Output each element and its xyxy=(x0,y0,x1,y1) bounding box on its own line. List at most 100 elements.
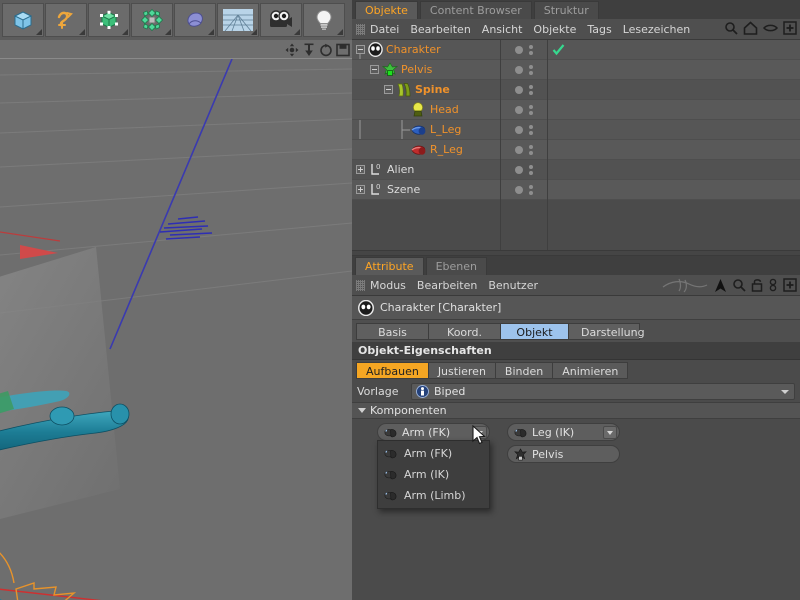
menu-bearbeiten[interactable]: Bearbeiten xyxy=(410,23,470,36)
render-dots[interactable] xyxy=(529,84,533,95)
visibility-dot[interactable] xyxy=(515,165,523,174)
panel-grip[interactable] xyxy=(356,279,365,291)
camera-icon[interactable] xyxy=(260,3,302,37)
dropdown-item-arm-limb[interactable]: Arm (Limb) xyxy=(378,485,489,506)
move-view-icon[interactable] xyxy=(285,43,299,57)
component-arm-fk-button[interactable]: Arm (FK) xyxy=(377,423,490,441)
object-row-alien[interactable]: 0 Alien xyxy=(352,159,800,180)
search-icon[interactable] xyxy=(732,278,746,292)
object-row-name[interactable]: L_Leg xyxy=(352,120,500,140)
render-dots[interactable] xyxy=(529,144,533,155)
object-visibility-dots[interactable] xyxy=(500,139,547,160)
tab-ebenen[interactable]: Ebenen xyxy=(425,257,487,275)
maximize-view-icon[interactable] xyxy=(336,43,350,57)
tab-objekte[interactable]: Objekte xyxy=(355,1,418,19)
object-row-head[interactable]: Head xyxy=(352,99,800,120)
object-tags-column[interactable] xyxy=(547,79,800,100)
menu-lesezeichen[interactable]: Lesezeichen xyxy=(623,23,691,36)
visibility-dot[interactable] xyxy=(515,45,523,54)
chevron-down-icon[interactable] xyxy=(781,389,789,394)
check-tag[interactable] xyxy=(552,43,565,56)
object-tags-column[interactable] xyxy=(547,139,800,160)
subtab-animieren[interactable]: Animieren xyxy=(552,362,629,379)
object-row-charakter[interactable]: Charakter xyxy=(352,40,800,60)
render-dots[interactable] xyxy=(529,104,533,115)
object-visibility-dots[interactable] xyxy=(500,179,547,200)
chevron-down-icon[interactable] xyxy=(358,408,366,413)
menu-benutzer[interactable]: Benutzer xyxy=(488,279,538,292)
deformer-icon[interactable] xyxy=(174,3,216,37)
object-row-r-leg[interactable]: R_Leg xyxy=(352,139,800,160)
arm-dropdown-menu[interactable]: Arm (FK) Arm (IK) Arm (Limb) xyxy=(377,440,490,509)
render-dots[interactable] xyxy=(529,44,533,55)
points-mode-icon[interactable] xyxy=(131,3,173,37)
object-tags-column[interactable] xyxy=(547,179,800,200)
visibility-dot[interactable] xyxy=(515,145,523,154)
attribute-empty-area[interactable] xyxy=(352,505,800,600)
component-pelvis-button[interactable]: Pelvis xyxy=(507,445,620,463)
object-row-name[interactable]: Charakter xyxy=(352,40,500,60)
link-icon[interactable] xyxy=(768,278,778,292)
rotate-view-icon[interactable] xyxy=(319,43,333,57)
tab-darstellung[interactable]: Darstellung xyxy=(568,322,645,340)
search-icon[interactable] xyxy=(724,21,738,35)
visibility-dot[interactable] xyxy=(515,185,523,194)
object-tags-column[interactable] xyxy=(547,119,800,140)
object-row-l-leg[interactable]: L_Leg xyxy=(352,119,800,140)
expander-toggle[interactable] xyxy=(384,85,393,94)
tab-basis[interactable]: Basis xyxy=(356,322,428,340)
visibility-dot[interactable] xyxy=(515,105,523,114)
expander-toggle[interactable] xyxy=(356,45,365,54)
object-visibility-dots[interactable] xyxy=(500,119,547,140)
make-editable-icon[interactable] xyxy=(2,3,44,37)
panel-grip[interactable] xyxy=(356,23,365,35)
render-dots[interactable] xyxy=(529,64,533,75)
subtab-binden[interactable]: Binden xyxy=(494,362,553,379)
object-visibility-dots[interactable] xyxy=(500,159,547,180)
render-dots[interactable] xyxy=(529,164,533,175)
visibility-dot[interactable] xyxy=(515,125,523,134)
object-visibility-dots[interactable] xyxy=(500,59,547,80)
expander-toggle[interactable] xyxy=(356,165,365,174)
arrow-up-icon[interactable] xyxy=(714,278,727,293)
menu-objekte[interactable]: Objekte xyxy=(533,23,576,36)
komponenten-group-header[interactable]: Komponenten xyxy=(352,402,800,419)
tab-attribute[interactable]: Attribute xyxy=(355,257,424,275)
component-leg-ik-button[interactable]: Leg (IK) xyxy=(507,423,620,441)
expander-toggle[interactable] xyxy=(356,185,365,194)
model-mode-icon[interactable] xyxy=(88,3,130,37)
subtab-aufbauen[interactable]: Aufbauen xyxy=(356,362,428,379)
menu-bearbeiten[interactable]: Bearbeiten xyxy=(417,279,477,292)
object-row-szene[interactable]: 0 Szene xyxy=(352,179,800,200)
object-row-pelvis[interactable]: Pelvis xyxy=(352,59,800,80)
object-visibility-dots[interactable] xyxy=(500,40,547,60)
undo-redo-icon[interactable] xyxy=(45,3,87,37)
object-row-spine[interactable]: Spine xyxy=(352,79,800,100)
add-icon[interactable] xyxy=(783,21,797,35)
dropdown-item-arm-ik[interactable]: Arm (IK) xyxy=(378,464,489,485)
component-dropdown-toggle[interactable] xyxy=(603,426,617,439)
menu-tags[interactable]: Tags xyxy=(587,23,611,36)
tab-content-browser[interactable]: Content Browser xyxy=(419,1,532,19)
home-icon[interactable] xyxy=(743,21,758,35)
menu-modus[interactable]: Modus xyxy=(370,279,406,292)
object-row-name[interactable]: Head xyxy=(352,100,500,120)
tab-struktur[interactable]: Struktur xyxy=(533,1,599,19)
viewport-panel[interactable] xyxy=(0,40,352,600)
object-visibility-dots[interactable] xyxy=(500,99,547,120)
light-icon[interactable] xyxy=(303,3,345,37)
eye-icon[interactable] xyxy=(763,22,778,34)
object-row-name[interactable]: Spine xyxy=(352,80,500,100)
object-tree[interactable]: Charakter Pelvis Spine Head L_Leg R_Leg … xyxy=(352,40,800,250)
subtab-justieren[interactable]: Justieren xyxy=(427,362,495,379)
object-row-name[interactable]: R_Leg xyxy=(352,140,500,160)
visibility-dot[interactable] xyxy=(515,85,523,94)
render-dots[interactable] xyxy=(529,124,533,135)
object-row-name[interactable]: Pelvis xyxy=(352,60,500,80)
object-tags-column[interactable] xyxy=(547,159,800,180)
render-dots[interactable] xyxy=(529,184,533,195)
menu-ansicht[interactable]: Ansicht xyxy=(482,23,523,36)
add-icon[interactable] xyxy=(783,278,797,292)
object-visibility-dots[interactable] xyxy=(500,79,547,100)
object-tree-empty-area[interactable] xyxy=(352,200,800,250)
